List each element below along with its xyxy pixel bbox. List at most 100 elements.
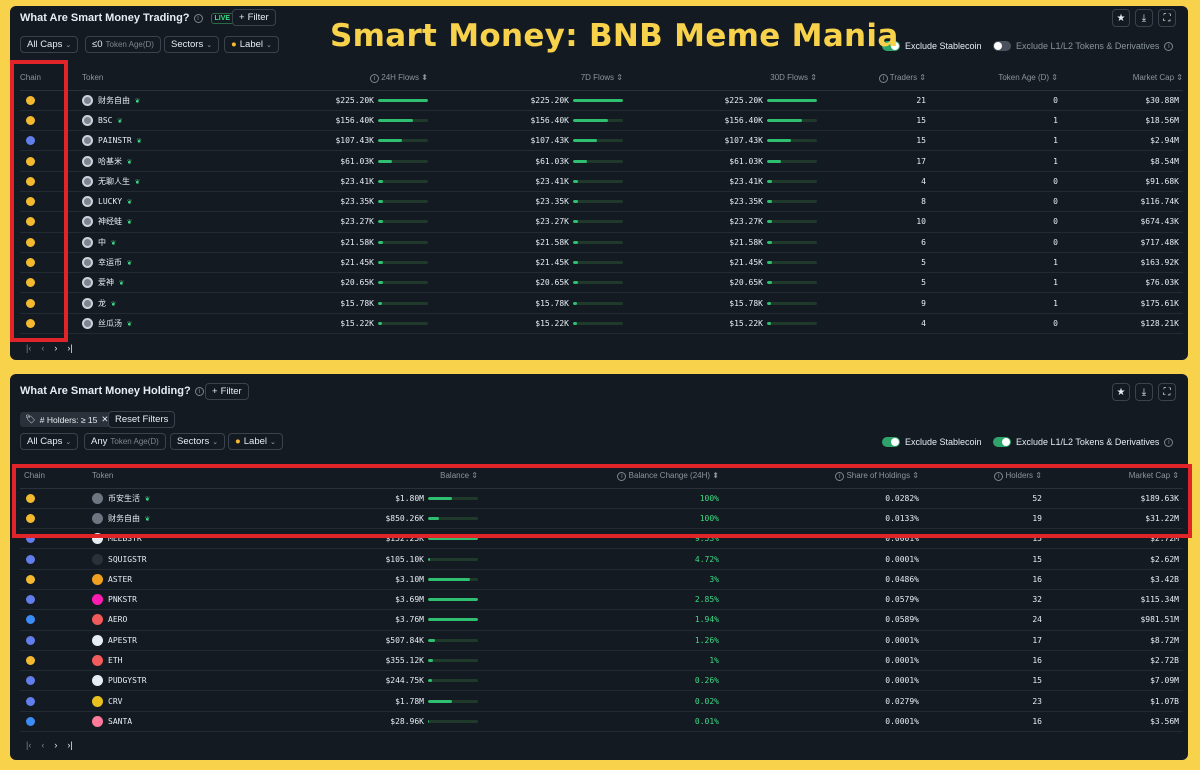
token-age-filter[interactable]: Any Token Age(D)	[84, 433, 166, 450]
column-header[interactable]: i Balance Change (24H) ⬍	[478, 464, 719, 489]
column-header[interactable]: Balance ⇕	[292, 464, 478, 489]
table-row[interactable]: 币安生活 ❦ $1.80M 100% 0.0282% 52 $189.63K	[20, 488, 1183, 509]
column-header[interactable]: Token	[82, 66, 232, 91]
column-header[interactable]: Chain	[20, 464, 92, 489]
column-header[interactable]: Chain	[20, 66, 82, 91]
table-row[interactable]: 神经蛙 ❦ $23.27K $23.27K $23.27K 10 0 $674.43K	[20, 211, 1183, 233]
token-cell[interactable]: 无聊人生 ❦	[82, 171, 232, 192]
info-icon[interactable]: i	[1164, 41, 1174, 51]
column-header[interactable]: Market Cap ⇕	[1058, 66, 1183, 91]
holders-filter-tag[interactable]: 🏷 # Holders: ≥ 15 ✕	[20, 412, 114, 427]
table-row[interactable]: ASTER $3.10M 3% 0.0486% 16 $3.42B	[20, 569, 1183, 590]
prev-page-icon[interactable]: ‹	[41, 740, 44, 750]
token-cell[interactable]: SQUIGSTR	[92, 548, 292, 570]
token-cell[interactable]: PNKSTR	[92, 589, 292, 611]
sort-icon[interactable]: ⇕	[1033, 471, 1042, 480]
table-row[interactable]: MEEBSTR $152.25K 9.53% 0.0001% 15 $2.72M	[20, 528, 1183, 550]
token-cell[interactable]: 中 ❦	[82, 232, 232, 253]
sort-icon[interactable]: ⬍	[419, 73, 428, 82]
info-icon[interactable]: i	[994, 471, 1004, 481]
sort-icon[interactable]: ⇕	[469, 471, 478, 480]
sort-icon[interactable]: ⇕	[910, 471, 919, 480]
column-header[interactable]: i 24H Flows ⬍	[232, 66, 428, 91]
token-cell[interactable]: 神经蛙 ❦	[82, 211, 232, 233]
first-page-icon[interactable]: |‹	[26, 343, 31, 353]
sort-icon[interactable]: ⇕	[1049, 73, 1058, 82]
column-header[interactable]: Token	[92, 464, 292, 489]
info-icon[interactable]: i	[878, 73, 888, 83]
info-icon[interactable]: i	[835, 471, 845, 481]
token-cell[interactable]: 币安生活 ❦	[92, 488, 292, 509]
toggle-switch[interactable]	[882, 437, 900, 447]
table-row[interactable]: LUCKY ❦ $23.35K $23.35K $23.35K 8 0 $116.74K	[20, 191, 1183, 213]
table-row[interactable]: 爱神 ❦ $20.65K $20.65K $20.65K 5 1 $76.03K	[20, 272, 1183, 294]
table-row[interactable]: PUDGYSTR $244.75K 0.26% 0.0001% 15 $7.09M	[20, 670, 1183, 692]
column-header[interactable]: 30D Flows ⇕	[623, 66, 817, 91]
table-row[interactable]: CRV $1.78M 0.02% 0.0279% 23 $1.07B	[20, 690, 1183, 712]
token-cell[interactable]: 龙 ❦	[82, 292, 232, 314]
star-icon[interactable]: ★	[1112, 383, 1130, 401]
column-header[interactable]: Token Age (D) ⇕	[926, 66, 1058, 91]
sectors-dropdown[interactable]: Sectors ⌄	[164, 36, 220, 53]
column-header[interactable]: i Traders ⇕	[817, 66, 926, 91]
token-cell[interactable]: MEEBSTR	[92, 528, 292, 550]
info-icon[interactable]: i	[370, 73, 380, 83]
table-row[interactable]: AERO $3.76M 1.94% 0.0589% 24 $981.51M	[20, 609, 1183, 631]
column-header[interactable]: Market Cap ⇕	[1042, 464, 1183, 489]
table-row[interactable]: 中 ❦ $21.58K $21.58K $21.58K 6 0 $717.48K	[20, 232, 1183, 253]
sort-icon[interactable]: ⬍	[710, 471, 719, 480]
sort-icon[interactable]: ⇕	[1174, 73, 1183, 82]
exclude-stablecoin-toggle[interactable]: Exclude Stablecoin	[882, 437, 982, 447]
table-row[interactable]: APESTR $507.84K 1.26% 0.0001% 17 $8.72M	[20, 630, 1183, 651]
token-cell[interactable]: 哈基米 ❦	[82, 150, 232, 172]
token-cell[interactable]: LUCKY ❦	[82, 191, 232, 213]
expand-icon[interactable]: ⛶	[1158, 383, 1176, 401]
last-page-icon[interactable]: ›|	[67, 740, 72, 750]
star-icon[interactable]: ★	[1112, 9, 1130, 27]
token-cell[interactable]: PUDGYSTR	[92, 670, 292, 692]
token-cell[interactable]: 财务自由 ❦	[82, 90, 232, 111]
exclude-l1l2-toggle[interactable]: Exclude L1/L2 Tokens & Derivatives i	[993, 41, 1174, 51]
table-row[interactable]: 幸运币 ❦ $21.45K $21.45K $21.45K 5 1 $163.92K	[20, 252, 1183, 274]
sort-icon[interactable]: ⇕	[808, 73, 817, 82]
info-icon[interactable]: i	[194, 386, 204, 396]
table-row[interactable]: SQUIGSTR $105.10K 4.72% 0.0001% 15 $2.62M	[20, 548, 1183, 570]
token-cell[interactable]: 财务自由 ❦	[92, 508, 292, 530]
table-row[interactable]: 无聊人生 ❦ $23.41K $23.41K $23.41K 4 0 $91.68K	[20, 171, 1183, 192]
download-icon[interactable]: ⤓	[1135, 383, 1153, 401]
token-cell[interactable]: ETH	[92, 650, 292, 672]
prev-page-icon[interactable]: ‹	[41, 343, 44, 353]
table-row[interactable]: 丝瓜汤 ❦ $15.22K $15.22K $15.22K 4 0 $128.21K	[20, 313, 1183, 335]
sort-icon[interactable]: ⇕	[917, 73, 926, 82]
table-row[interactable]: 龙 ❦ $15.78K $15.78K $15.78K 9 1 $175.61K	[20, 292, 1183, 314]
token-cell[interactable]: 爱神 ❦	[82, 272, 232, 294]
token-cell[interactable]: PAINSTR ❦	[82, 130, 232, 152]
sort-icon[interactable]: ⇕	[614, 73, 623, 82]
table-row[interactable]: PAINSTR ❦ $107.43K $107.43K $107.43K 15 1 $2.94…	[20, 130, 1183, 152]
info-icon[interactable]: i	[193, 13, 203, 23]
caps-dropdown[interactable]: All Caps ⌄	[20, 36, 79, 53]
token-age-filter[interactable]: ≤0 Token Age(D)	[85, 36, 161, 53]
caps-dropdown[interactable]: All Caps ⌄	[20, 433, 79, 450]
token-cell[interactable]: SANTA	[92, 711, 292, 733]
column-header[interactable]: i Holders ⇕	[919, 464, 1042, 489]
next-page-icon[interactable]: ›	[54, 343, 57, 353]
label-dropdown[interactable]: ● Label ⌄	[228, 433, 283, 450]
exclude-l1l2-toggle[interactable]: Exclude L1/L2 Tokens & Derivatives i	[993, 437, 1174, 447]
trading-filter-button[interactable]: + Filter	[232, 9, 276, 26]
toggle-switch[interactable]	[993, 437, 1011, 447]
reset-filters-button[interactable]: Reset Filters	[108, 411, 176, 428]
last-page-icon[interactable]: ›|	[67, 343, 72, 353]
column-header[interactable]: 7D Flows ⇕	[428, 66, 623, 91]
info-icon[interactable]: i	[617, 471, 627, 481]
table-row[interactable]: 财务自由 ❦ $225.20K $225.20K $225.20K 21 0 $30.88M	[20, 90, 1183, 111]
sort-icon[interactable]: ⇕	[1170, 471, 1179, 480]
download-icon[interactable]: ⤓	[1135, 9, 1153, 27]
info-icon[interactable]: i	[1164, 437, 1174, 447]
table-row[interactable]: PNKSTR $3.69M 2.85% 0.0579% 32 $115.34M	[20, 589, 1183, 611]
table-row[interactable]: SANTA $28.96K 0.01% 0.0001% 16 $3.56M	[20, 711, 1183, 733]
next-page-icon[interactable]: ›	[54, 740, 57, 750]
token-cell[interactable]: ASTER	[92, 569, 292, 590]
first-page-icon[interactable]: |‹	[26, 740, 31, 750]
toggle-switch[interactable]	[993, 41, 1011, 51]
